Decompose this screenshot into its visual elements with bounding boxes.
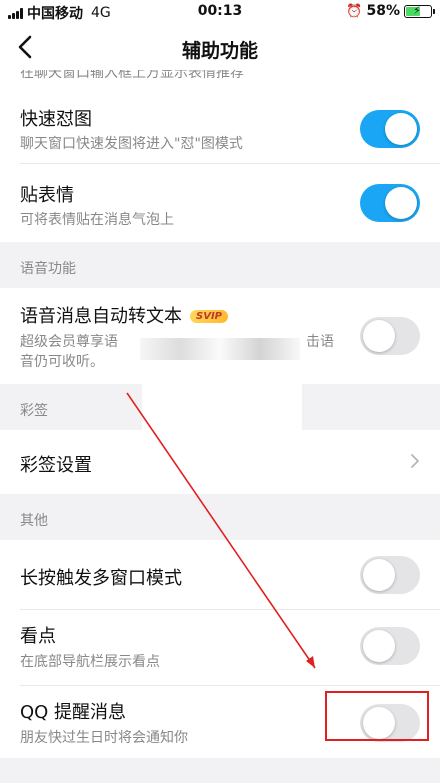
- setting-row-quick-image: 快速怼图 聊天窗口快速发图将进入"怼"图模式: [0, 88, 440, 164]
- page-title: 辅助功能: [181, 40, 258, 62]
- section-label: 彩签: [20, 403, 48, 419]
- sticker-toggle[interactable]: [360, 184, 420, 222]
- battery-icon: ⚡: [404, 3, 435, 18]
- section-header-other: 其他: [0, 494, 440, 540]
- toggle-knob: [385, 113, 417, 145]
- long-press-toggle[interactable]: [360, 556, 420, 594]
- section-label: 其他: [20, 513, 48, 529]
- toggle-knob: [363, 707, 395, 739]
- section-label: 语音功能: [20, 261, 76, 277]
- status-right: ⏰ 58% ⚡: [346, 3, 435, 19]
- setting-row-voice-to-text: 语音消息自动转文本 SVIP 超级会员尊享语 击语 音仍可收听。: [0, 288, 440, 384]
- setting-subtitle: 可将表情贴在消息气泡上: [20, 212, 174, 228]
- chevron-right-icon: [411, 454, 419, 468]
- battery-percent: 58%: [366, 3, 400, 19]
- setting-row-qq-remind: QQ 提醒消息 朋友快过生日时将会通知你: [0, 686, 440, 758]
- toggle-knob: [363, 630, 395, 662]
- charging-bolt-icon: ⚡: [413, 3, 421, 17]
- setting-title: 长按触发多窗口模式: [20, 568, 182, 589]
- setting-title: 快速怼图: [20, 109, 92, 130]
- setting-row-long-press: 长按触发多窗口模式: [0, 540, 440, 610]
- kandian-toggle[interactable]: [360, 627, 420, 665]
- scrolled-row-remnant: 在聊天窗口输入框上方显示表情推荐: [0, 70, 440, 88]
- toggle-knob: [363, 559, 395, 591]
- status-bar: 中国移动 4G 00:13 ⏰ 58% ⚡: [0, 0, 440, 24]
- setting-title: 贴表情: [20, 185, 74, 206]
- redacted-text-blur: [140, 338, 300, 360]
- toggle-knob: [363, 320, 395, 352]
- voice-to-text-toggle[interactable]: [360, 317, 420, 355]
- scrolled-row-subtitle: 在聊天窗口输入框上方显示表情推荐: [20, 70, 244, 81]
- setting-title: QQ 提醒消息: [20, 702, 127, 723]
- svip-badge: SVIP: [190, 310, 228, 323]
- redaction-block: [142, 382, 302, 444]
- alarm-icon: ⏰: [346, 3, 363, 19]
- nav-bar: 辅助功能: [0, 24, 440, 70]
- quick-image-toggle[interactable]: [360, 110, 420, 148]
- setting-title: 语音消息自动转文本 SVIP: [20, 302, 228, 328]
- setting-subtitle-line1-end: 击语: [306, 334, 334, 350]
- setting-row-sticker: 贴表情 可将表情贴在消息气泡上: [0, 164, 440, 242]
- setting-title: 看点: [20, 626, 56, 647]
- setting-row-kandian: 看点 在底部导航栏展示看点: [0, 610, 440, 686]
- setting-subtitle: 朋友快过生日时将会通知你: [20, 730, 188, 746]
- toggle-knob: [385, 187, 417, 219]
- setting-subtitle-line2: 音仍可收听。: [20, 354, 104, 370]
- setting-title: 彩签设置: [20, 455, 92, 476]
- setting-subtitle: 在底部导航栏展示看点: [20, 654, 160, 670]
- section-header-voice: 语音功能: [0, 242, 440, 288]
- qq-remind-toggle[interactable]: [360, 704, 420, 742]
- setting-subtitle-line1: 超级会员尊享语: [20, 334, 118, 350]
- setting-subtitle: 聊天窗口快速发图将进入"怼"图模式: [20, 136, 243, 152]
- setting-title-text: 语音消息自动转文本: [20, 306, 182, 327]
